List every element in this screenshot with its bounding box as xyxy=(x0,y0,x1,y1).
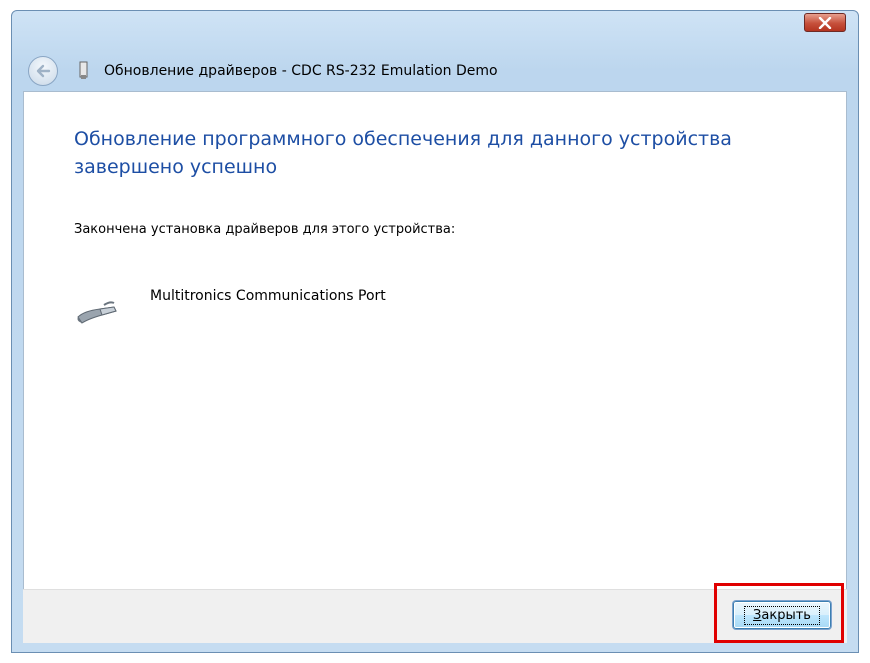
back-arrow-icon xyxy=(36,64,51,78)
device-icon-small xyxy=(79,61,88,79)
content-area: Обновление программного обеспечения для … xyxy=(23,91,847,601)
close-dialog-button[interactable]: Закрыть xyxy=(733,601,831,629)
device-name: Multitronics Communications Port xyxy=(150,288,386,304)
window-title: Обновление драйверов - CDC RS-232 Emulat… xyxy=(104,63,498,79)
window-close-button[interactable] xyxy=(804,13,846,32)
driver-update-window: Обновление драйверов - CDC RS-232 Emulat… xyxy=(11,10,859,653)
back-button[interactable] xyxy=(28,56,58,86)
serial-port-icon xyxy=(77,301,117,324)
close-icon xyxy=(818,16,832,29)
close-button-label: Закрыть xyxy=(744,605,820,625)
installation-complete-text: Закончена установка драйверов для этого … xyxy=(74,222,456,237)
success-heading: Обновление программного обеспечения для … xyxy=(74,128,732,178)
dialog-footer xyxy=(23,589,847,643)
